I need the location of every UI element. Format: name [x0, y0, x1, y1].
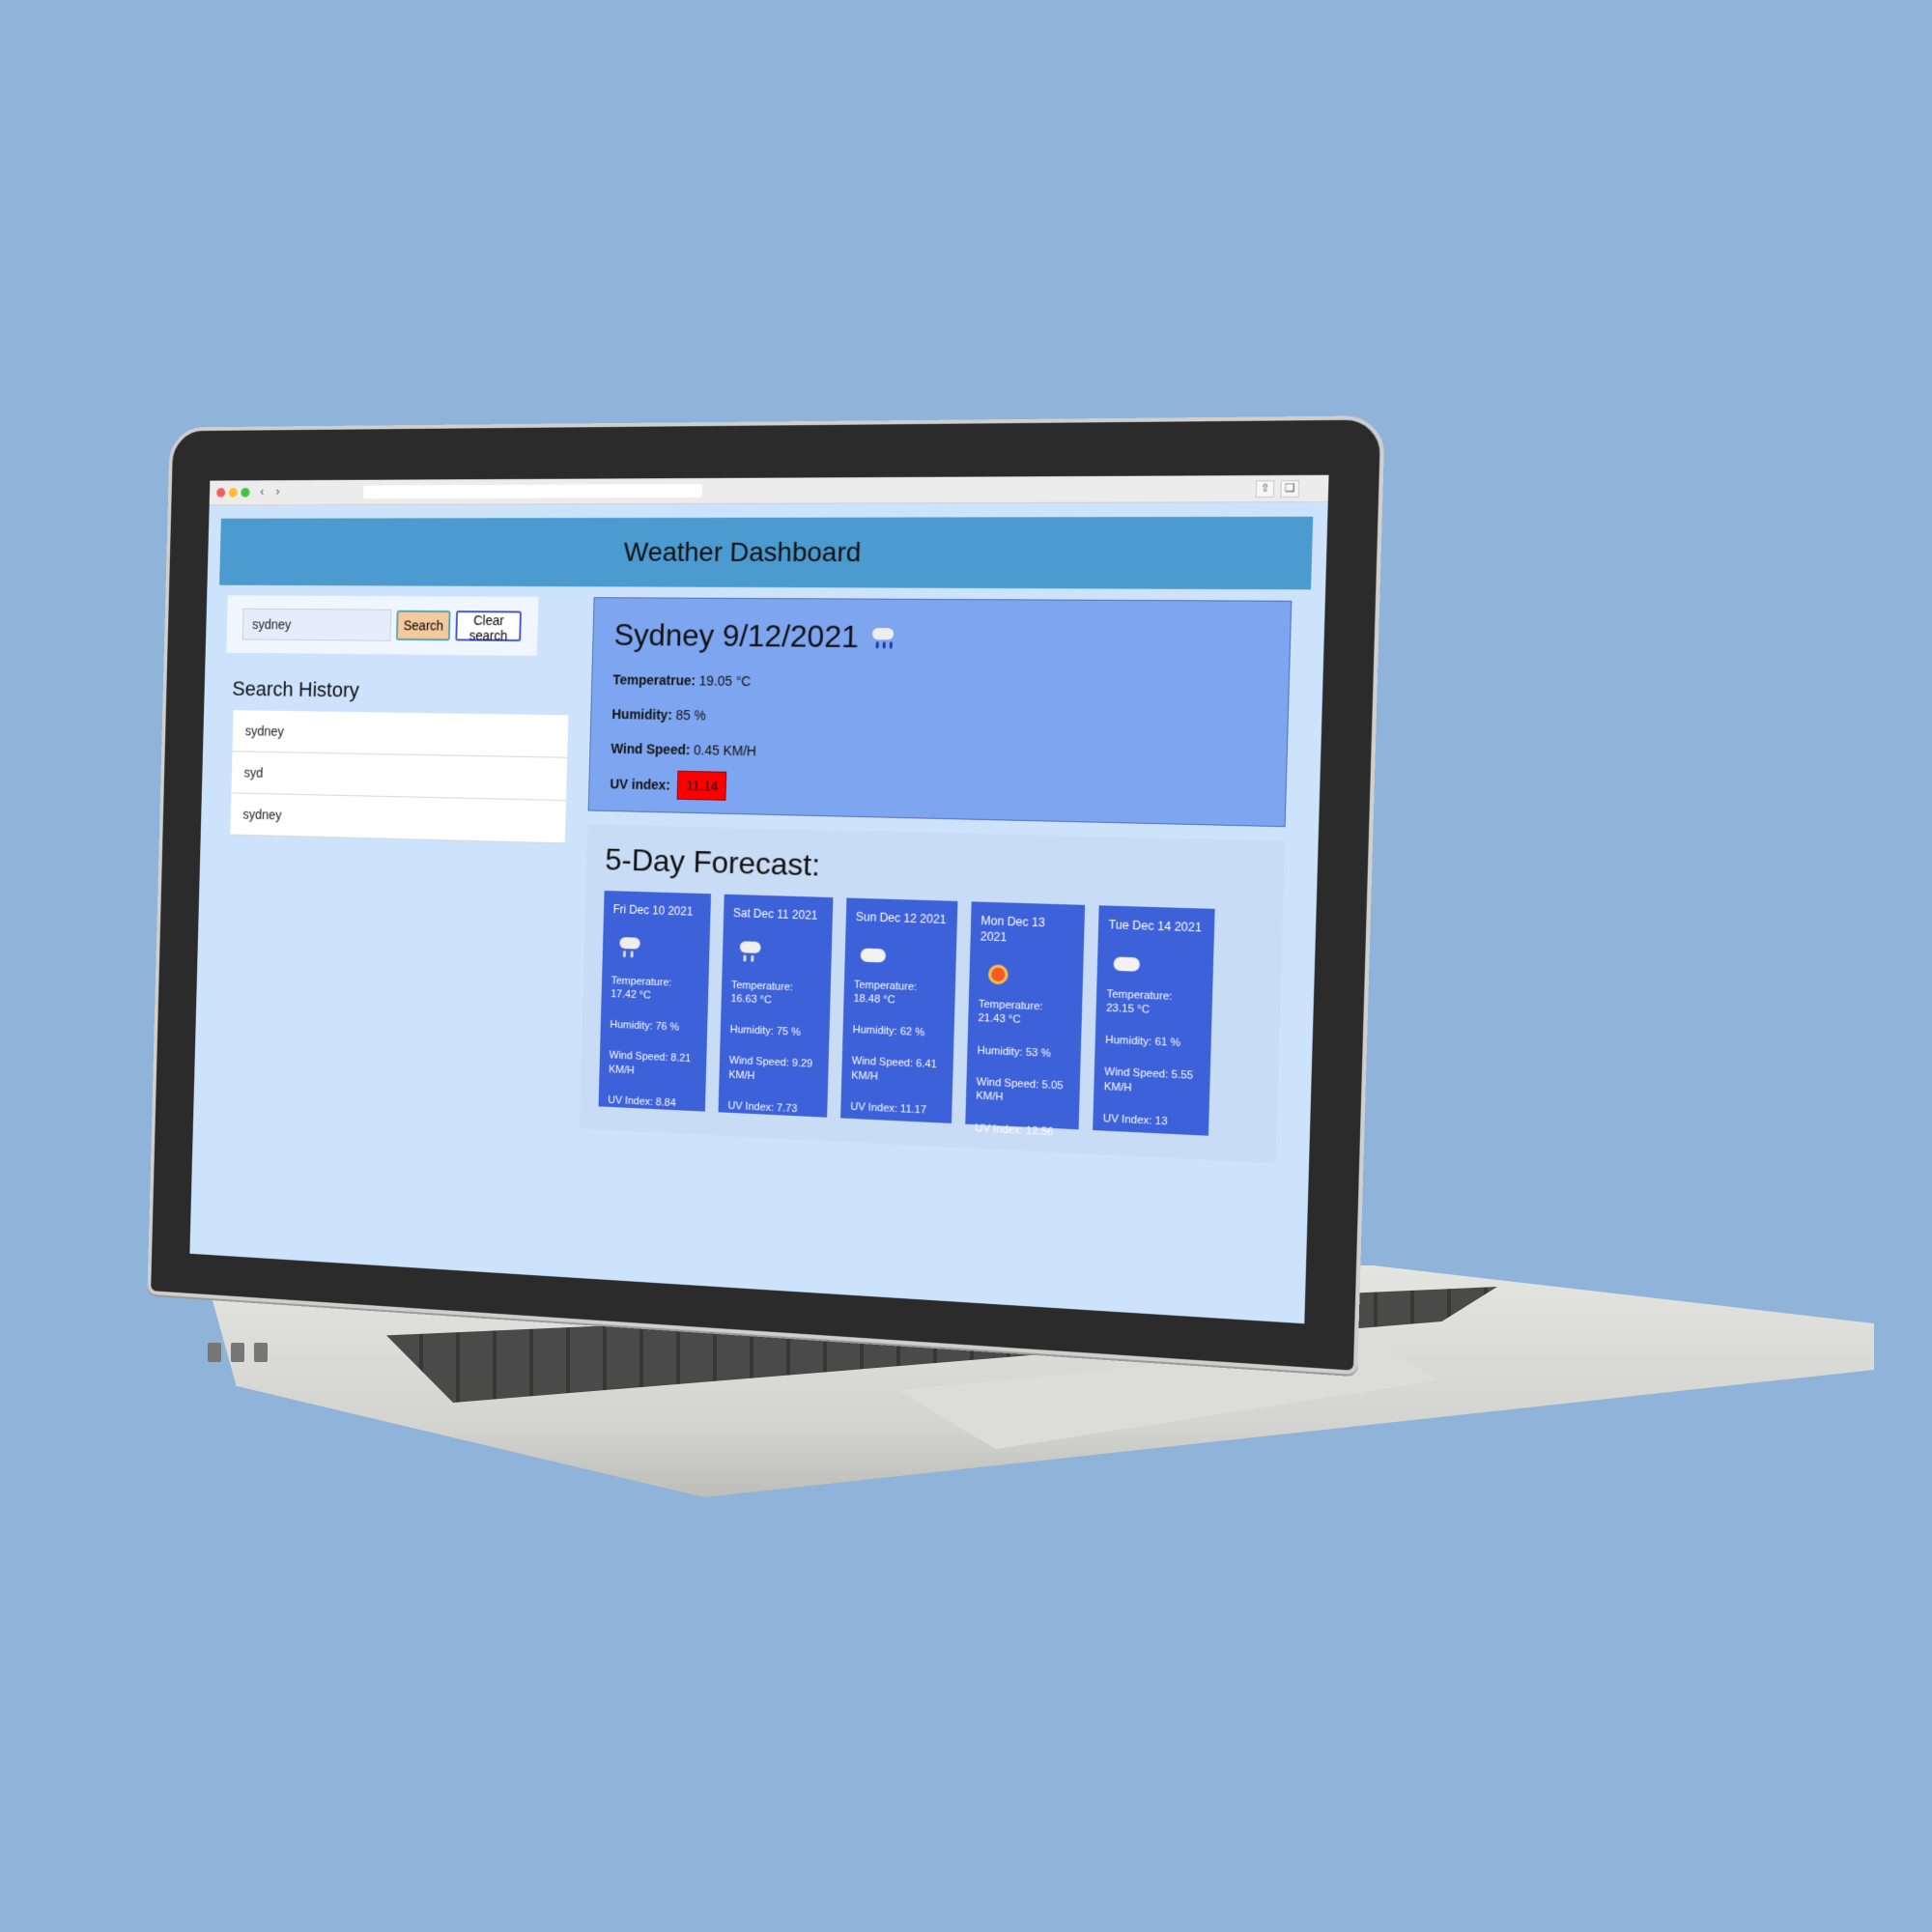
history-item[interactable]: sydney: [232, 710, 569, 758]
forecast-temperature: Temperature: 23.15 °C: [1105, 987, 1173, 1016]
rain-sun-cloud-icon: [617, 935, 700, 968]
forecast-date: Mon Dec 13 2021: [980, 913, 1046, 944]
main-content: Sydney 9/12/2021 Temperatrue: 19.05 °C H…: [579, 597, 1293, 1164]
city-date-heading: Sydney 9/12/2021: [613, 617, 860, 655]
forecast-section: 5-Day Forecast: Fri Dec 10 2021 Temperat…: [579, 824, 1286, 1164]
current-wind: Wind Speed: 0.45 KM/H: [611, 741, 1264, 768]
browser-toolbar: ‹ › ⇧ ❏: [209, 474, 1329, 506]
forecast-uv: UV Index: 13: [1102, 1113, 1168, 1128]
temperature-value: 19.05 °C: [698, 672, 752, 690]
laptop-ports: [208, 1343, 277, 1367]
cloud-icon: [1113, 952, 1203, 980]
uv-index-badge: 11.14: [677, 770, 727, 801]
rain-sun-cloud-icon: [737, 939, 822, 972]
forecast-card: Sat Dec 11 2021 Temperature: 16.63 °C Hu…: [718, 894, 834, 1118]
maximize-window-icon[interactable]: [241, 488, 250, 497]
forecast-card: Sun Dec 12 2021 Temperature: 18.48 °C Hu…: [840, 897, 958, 1123]
wind-label: Wind Speed:: [611, 740, 691, 758]
current-uv: UV index: 11.14: [610, 769, 1263, 812]
forecast-card: Mon Dec 13 2021 Temperature: 21.43 °C Hu…: [965, 901, 1086, 1138]
forecast-humidity: Humidity: 62 %: [852, 1024, 925, 1039]
forecast-humidity: Humidity: 76 %: [610, 1019, 680, 1034]
search-history-heading: Search History: [232, 676, 360, 702]
share-icon[interactable]: ⇧: [1255, 480, 1275, 498]
forecast-humidity: Humidity: 75 %: [729, 1024, 801, 1039]
cloud-icon: [860, 943, 947, 971]
rain-cloud-icon: [870, 625, 898, 649]
history-item[interactable]: sydney: [230, 793, 566, 844]
current-weather-panel: Sydney 9/12/2021 Temperatrue: 19.05 °C H…: [587, 597, 1293, 828]
forward-arrow-icon[interactable]: ›: [275, 484, 279, 497]
forecast-card: Tue Dec 14 2021 Temperature: 23.15 °C Hu…: [1093, 905, 1215, 1136]
forecast-date: Tue Dec 14 2021: [1108, 917, 1203, 935]
laptop-screen: ‹ › ⇧ ❏ Weather Dashboard Search Clear s…: [189, 474, 1329, 1324]
current-humidity: Humidity: 85 %: [611, 706, 1264, 731]
tabs-icon[interactable]: ❏: [1280, 480, 1300, 498]
minimize-window-icon[interactable]: [228, 488, 238, 497]
forecast-temperature: Temperature: 17.42 °C: [611, 974, 672, 1002]
forecast-temperature: Temperature: 18.48 °C: [853, 979, 918, 1007]
forecast-wind: Wind Speed: 5.55 KM/H: [1103, 1066, 1194, 1094]
laptop-lid: ‹ › ⇧ ❏ Weather Dashboard Search Clear s…: [147, 415, 1385, 1376]
forecast-uv: UV Index: 7.73: [727, 1099, 798, 1116]
current-weather-title: Sydney 9/12/2021: [613, 617, 1267, 659]
forecast-wind: Wind Speed: 6.41 KM/H: [851, 1055, 938, 1083]
sun-icon: [985, 962, 1073, 991]
forecast-temperature: Temperature: 16.63 °C: [730, 979, 794, 1007]
page-title: Weather Dashboard: [623, 536, 862, 568]
forecast-card: Fri Dec 10 2021 Temperature: 17.42 °C Hu…: [598, 890, 712, 1112]
search-history-list: sydney syd sydney: [230, 710, 569, 844]
back-arrow-icon[interactable]: ‹: [260, 484, 264, 497]
search-input[interactable]: [242, 608, 392, 641]
search-card: Search Clear search: [226, 595, 539, 656]
wind-value: 0.45 KM/H: [693, 742, 757, 759]
sidebar: Search Clear search Search History sydne…: [221, 595, 575, 844]
current-temperature: Temperatrue: 19.05 °C: [612, 671, 1265, 695]
forecast-humidity: Humidity: 61 %: [1105, 1034, 1181, 1050]
forecast-wind: Wind Speed: 5.05 KM/H: [976, 1076, 1064, 1104]
forecast-uv: UV Index: 12.56: [975, 1122, 1054, 1138]
app-header: Weather Dashboard: [219, 516, 1314, 590]
forecast-wind: Wind Speed: 9.29 KM/H: [728, 1055, 813, 1082]
forecast-uv: UV Index: 8.84: [608, 1094, 676, 1110]
clear-search-button[interactable]: Clear search: [455, 611, 522, 643]
temperature-label: Temperatrue:: [612, 671, 696, 689]
forecast-date: Fri Dec 10 2021: [612, 902, 694, 919]
forecast-date: Sun Dec 12 2021: [855, 909, 947, 927]
search-button[interactable]: Search: [395, 610, 451, 641]
forecast-heading: 5-Day Forecast:: [604, 841, 821, 883]
humidity-value: 85 %: [675, 707, 706, 724]
address-bar[interactable]: [362, 483, 703, 499]
close-window-icon[interactable]: [216, 488, 226, 497]
forecast-cards: Fri Dec 10 2021 Temperature: 17.42 °C Hu…: [598, 890, 1263, 1138]
forecast-humidity: Humidity: 53 %: [977, 1044, 1051, 1060]
forecast-uv: UV Index: 11.17: [850, 1100, 927, 1117]
humidity-label: Humidity:: [611, 706, 673, 723]
forecast-wind: Wind Speed: 8.21 KM/H: [609, 1049, 692, 1077]
history-item[interactable]: syd: [231, 752, 568, 802]
uv-label: UV index:: [610, 776, 671, 793]
forecast-date: Sat Dec 11 2021: [732, 905, 818, 923]
forecast-temperature: Temperature: 21.43 °C: [978, 998, 1043, 1027]
